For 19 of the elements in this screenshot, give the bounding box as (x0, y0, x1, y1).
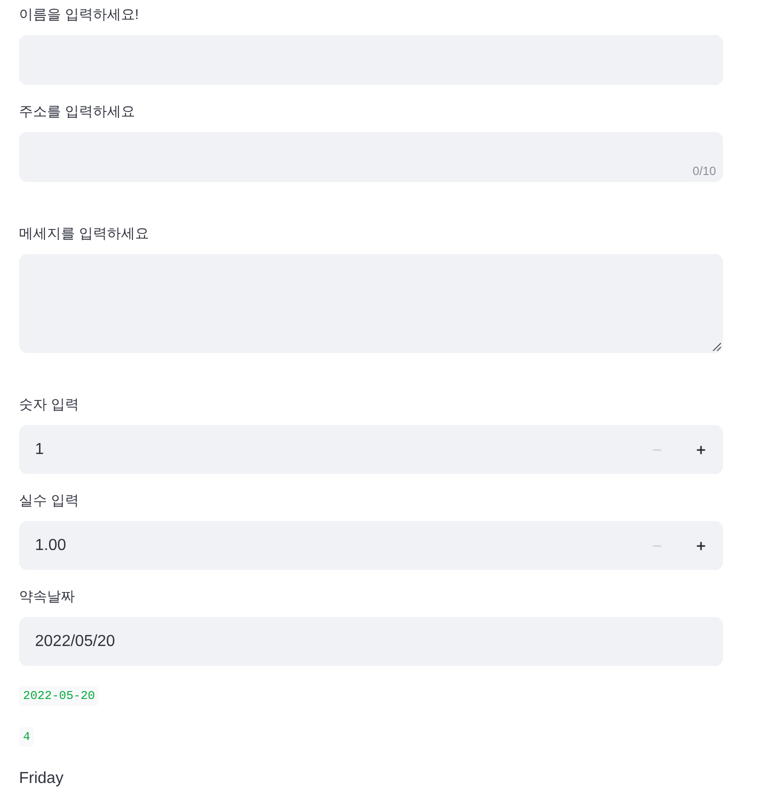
field-label: 이름을 입력하세요! (19, 5, 139, 24)
plus-button[interactable] (679, 425, 723, 474)
text-area-field[interactable] (19, 254, 723, 353)
number-input-field[interactable]: 1 (19, 425, 635, 474)
character-counter: 0/10 (692, 164, 716, 178)
resize-grip-icon[interactable] (712, 342, 721, 351)
field-label: 약속날짜 (19, 587, 75, 606)
code-output: 4 (19, 727, 34, 747)
plus-icon (695, 444, 707, 456)
date-input-field[interactable]: 2022/05/20 (19, 617, 723, 666)
field-label: 실수 입력 (19, 491, 79, 510)
plus-icon (695, 540, 707, 552)
field-label: 숫자 입력 (19, 395, 79, 414)
field-label: 메세지를 입력하세요 (19, 224, 149, 243)
plus-button[interactable] (679, 521, 723, 570)
field-label: 주소를 입력하세요 (19, 102, 135, 121)
code-output: 2022-05-20 (19, 686, 100, 706)
number-input-field[interactable]: 1.00 (19, 521, 635, 570)
output-text: Friday (19, 769, 64, 789)
